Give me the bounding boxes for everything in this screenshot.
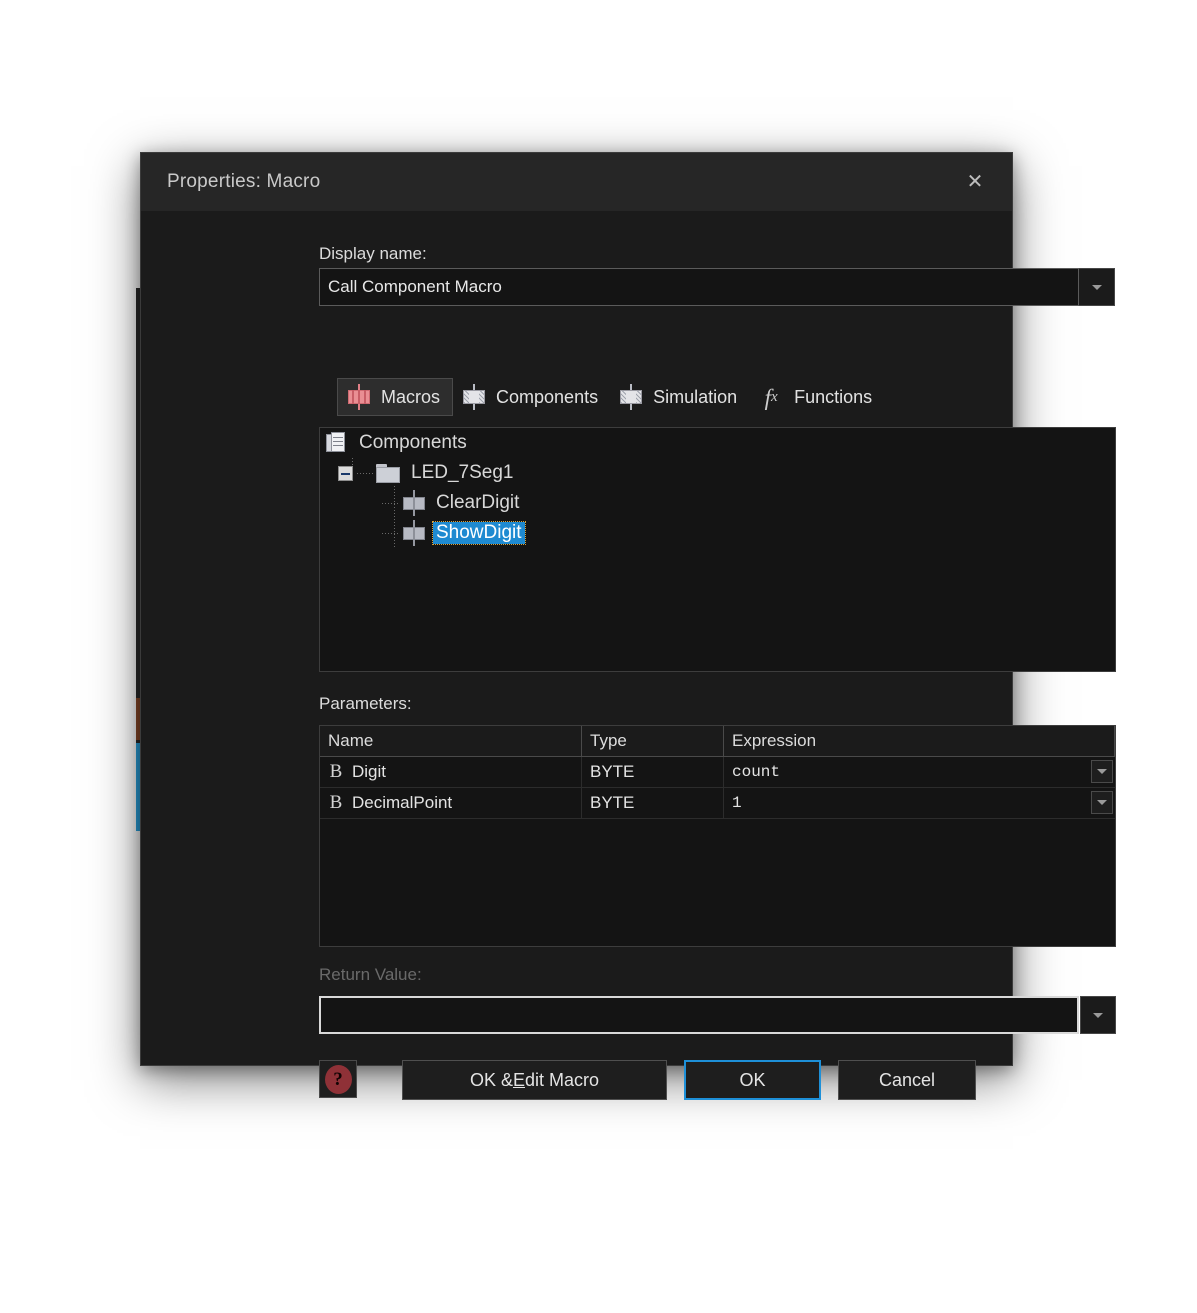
- byte-type-icon: B: [329, 792, 343, 813]
- tree-item-cleardigit[interactable]: ClearDigit: [320, 488, 1115, 518]
- parameter-expression-cell[interactable]: count: [724, 757, 1115, 787]
- component-block-icon: [461, 384, 487, 410]
- cancel-button[interactable]: Cancel: [838, 1060, 976, 1100]
- documents-icon: [326, 432, 348, 454]
- help-button[interactable]: ?: [319, 1060, 357, 1098]
- help-question-icon: ?: [324, 1064, 352, 1094]
- tree-connector-dots: [382, 502, 398, 504]
- column-header-name: Name: [320, 726, 582, 757]
- macro-leaf-icon: [401, 520, 427, 546]
- tree-node-components-root[interactable]: Components: [320, 428, 1115, 458]
- expression-dropdown-button[interactable]: [1091, 791, 1113, 814]
- parameter-type-cell: BYTE: [582, 788, 724, 818]
- parameters-label: Parameters:: [319, 694, 412, 713]
- tab-macros[interactable]: Macros: [337, 378, 454, 416]
- return-value-input[interactable]: [319, 996, 1079, 1034]
- return-value-dropdown-button[interactable]: [1080, 996, 1116, 1034]
- tab-components-label: Components: [496, 386, 599, 407]
- properties-macro-dialog: Properties: Macro ✕ Display name: Call C…: [140, 152, 1116, 1100]
- display-name-combobox[interactable]: Call Component Macro: [319, 268, 1115, 306]
- ok-button[interactable]: OK: [684, 1060, 821, 1100]
- parameter-expression-text: 1: [732, 794, 742, 812]
- ok-and-edit-macro-accel: E: [512, 1069, 525, 1090]
- column-header-type: Type: [582, 726, 724, 757]
- parameters-table[interactable]: Name Type Expression B Digit BYTE count: [319, 725, 1116, 947]
- expression-dropdown-button[interactable]: [1091, 760, 1113, 783]
- parameter-name-text: DecimalPoint: [352, 793, 453, 812]
- display-name-dropdown-button[interactable]: [1079, 268, 1115, 306]
- ok-and-edit-macro-post: dit Macro: [525, 1069, 600, 1090]
- parameter-name-cell: B Digit: [320, 757, 582, 787]
- tree-item-cleardigit-label: ClearDigit: [436, 492, 520, 513]
- macro-block-icon: [346, 384, 372, 410]
- close-icon[interactable]: ✕: [958, 167, 992, 197]
- tree-item-showdigit[interactable]: ShowDigit: [320, 518, 1115, 548]
- parameter-name-cell: B DecimalPoint: [320, 788, 582, 818]
- chevron-down-icon: [1097, 800, 1107, 805]
- parameter-name-text: Digit: [352, 762, 387, 781]
- parameters-table-header: Name Type Expression: [320, 726, 1115, 757]
- parameter-type-cell: BYTE: [582, 757, 724, 787]
- ok-and-edit-macro-button[interactable]: OK & Edit Macro: [402, 1060, 667, 1100]
- dialog-body: Display name: Call Component Macro Macro…: [141, 212, 1116, 1100]
- column-header-expression: Expression: [724, 726, 1115, 757]
- display-name-input[interactable]: Call Component Macro: [319, 268, 1079, 306]
- table-row[interactable]: B DecimalPoint BYTE 1: [320, 788, 1115, 819]
- tree-connector-dots: [382, 532, 398, 534]
- tree-item-showdigit-label: ShowDigit: [432, 521, 526, 545]
- tree-node-components-label: Components: [359, 432, 467, 453]
- tab-components[interactable]: Components: [453, 378, 610, 416]
- tab-simulation-label: Simulation: [653, 386, 738, 407]
- tree-node-led7seg1-label: LED_7Seg1: [411, 462, 514, 483]
- chevron-down-icon: [1091, 284, 1102, 290]
- dialog-titlebar: Properties: Macro ✕: [141, 153, 1012, 212]
- fx-icon: fx: [764, 384, 778, 410]
- ok-and-edit-macro-pre: OK &: [469, 1069, 513, 1090]
- tab-functions[interactable]: fx Functions: [749, 378, 884, 416]
- tab-simulation[interactable]: Simulation: [610, 378, 749, 416]
- table-row[interactable]: B Digit BYTE count: [320, 757, 1115, 788]
- macro-source-tabs: Macros Components Simulation f x Functio…: [337, 378, 884, 416]
- simulation-block-icon: [618, 384, 644, 410]
- byte-type-icon: B: [329, 761, 343, 782]
- parameter-expression-text: count: [732, 763, 781, 781]
- parameter-expression-cell[interactable]: 1: [724, 788, 1115, 818]
- screenshot-canvas: Properties: Macro ✕ Display name: Call C…: [0, 0, 1197, 1313]
- tree-node-led7seg1[interactable]: LED_7Seg1: [320, 458, 1115, 488]
- tree-connector-dots: [357, 472, 373, 474]
- macro-tree-panel[interactable]: Components LED_7Seg1 ClearDigit ShowDigi…: [319, 427, 1116, 672]
- chevron-down-icon: [1097, 769, 1107, 774]
- tab-macros-label: Macros: [381, 386, 441, 407]
- macro-leaf-icon: [401, 490, 427, 516]
- tab-functions-label: Functions: [794, 386, 873, 407]
- minus-expander-icon[interactable]: [338, 465, 353, 481]
- return-value-label: Return Value:: [319, 965, 422, 984]
- chevron-down-icon: [1093, 1012, 1103, 1018]
- dialog-title: Properties: Macro: [167, 171, 321, 192]
- display-name-label: Display name:: [319, 244, 427, 263]
- folder-icon: [376, 463, 400, 483]
